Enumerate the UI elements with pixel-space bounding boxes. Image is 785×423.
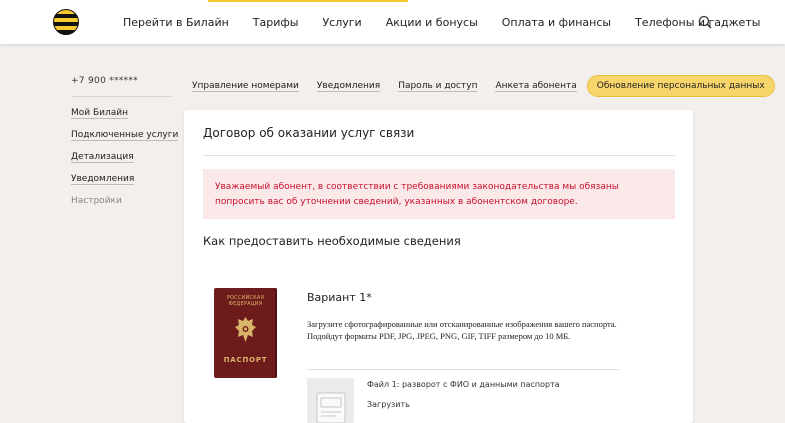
passport-cover-top: РОССИЙСКАЯ ФЕДЕРАЦИЯ [214, 295, 277, 307]
file-upload-thumbnail[interactable] [307, 378, 354, 423]
upload-link[interactable]: Загрузить [367, 400, 410, 409]
tab-subscriber-profile[interactable]: Анкета абонента [495, 81, 577, 92]
account-phone: +7 900 ****** [71, 76, 139, 86]
settings-tabs: Управление номерами Уведомления Пароль и… [192, 75, 785, 97]
passport-top-line2: ФЕДЕРАЦИЯ [228, 301, 263, 307]
tab-password-access[interactable]: Пароль и доступ [398, 81, 478, 92]
variant-description: Загрузите сфотографированные или отскани… [307, 319, 617, 341]
nav-item-services[interactable]: Услуги [322, 16, 361, 29]
title-divider [203, 155, 675, 156]
tab-label: Уведомления [316, 81, 381, 92]
warning-alert: Уважаемый абонент, в соответствии с треб… [203, 169, 675, 219]
top-header: Перейти в Билайн Тарифы Услуги Акции и б… [0, 0, 785, 44]
file-divider [307, 369, 619, 370]
nav-item-promo[interactable]: Акции и бонусы [386, 16, 478, 29]
nav-item-payments[interactable]: Оплата и финансы [502, 16, 611, 29]
sidebar-item-label: Мой Билайн [71, 108, 129, 119]
sidebar-item-settings[interactable]: Настройки [71, 196, 178, 209]
tab-update-personal-data[interactable]: Обновление персональных данных [586, 75, 775, 97]
sidebar-item-label: Детализация [71, 152, 134, 163]
tab-label: Анкета абонента [495, 81, 577, 92]
sidebar-item-services[interactable]: Подключенные услуги [71, 130, 179, 143]
section-title: Как предоставить необходимые сведения [203, 234, 461, 248]
sidebar-item-label: Настройки [71, 196, 122, 206]
nav-item-beeline[interactable]: Перейти в Билайн [123, 16, 229, 29]
coat-of-arms-icon [235, 317, 256, 342]
passport-cover-bottom: ПАСПОРТ [223, 356, 268, 364]
nav-item-tariffs[interactable]: Тарифы [253, 16, 299, 29]
document-icon [316, 392, 346, 423]
sidebar-menu: Мой Билайн Подключенные услуги Детализац… [71, 108, 179, 218]
sidebar-divider [71, 96, 171, 97]
page-title: Договор об оказании услуг связи [203, 126, 415, 140]
tab-number-management[interactable]: Управление номерами [192, 81, 299, 92]
sidebar-item-label: Уведомления [71, 174, 135, 185]
tab-label: Обновление персональных данных [596, 81, 765, 91]
search-icon[interactable] [698, 15, 712, 29]
contract-card: Договор об оказании услуг связи Уважаемы… [184, 110, 693, 423]
tab-label: Пароль и доступ [398, 81, 478, 92]
sidebar-item-label: Подключенные услуги [71, 130, 179, 141]
beeline-logo[interactable] [53, 9, 79, 35]
tab-notifications[interactable]: Уведомления [316, 81, 381, 92]
sidebar-item-my-beeline[interactable]: Мой Билайн [71, 108, 178, 121]
sidebar-item-notifications[interactable]: Уведомления [71, 174, 178, 187]
variant-title: Вариант 1* [307, 291, 372, 304]
file-label: Файл 1: разворот с ФИО и данными паспорт… [367, 380, 560, 389]
sidebar-item-details[interactable]: Детализация [71, 152, 178, 165]
main-nav: Перейти в Билайн Тарифы Услуги Акции и б… [123, 0, 784, 44]
passport-image: РОССИЙСКАЯ ФЕДЕРАЦИЯ ПАСПОРТ [214, 288, 277, 378]
tab-label: Управление номерами [192, 81, 299, 92]
